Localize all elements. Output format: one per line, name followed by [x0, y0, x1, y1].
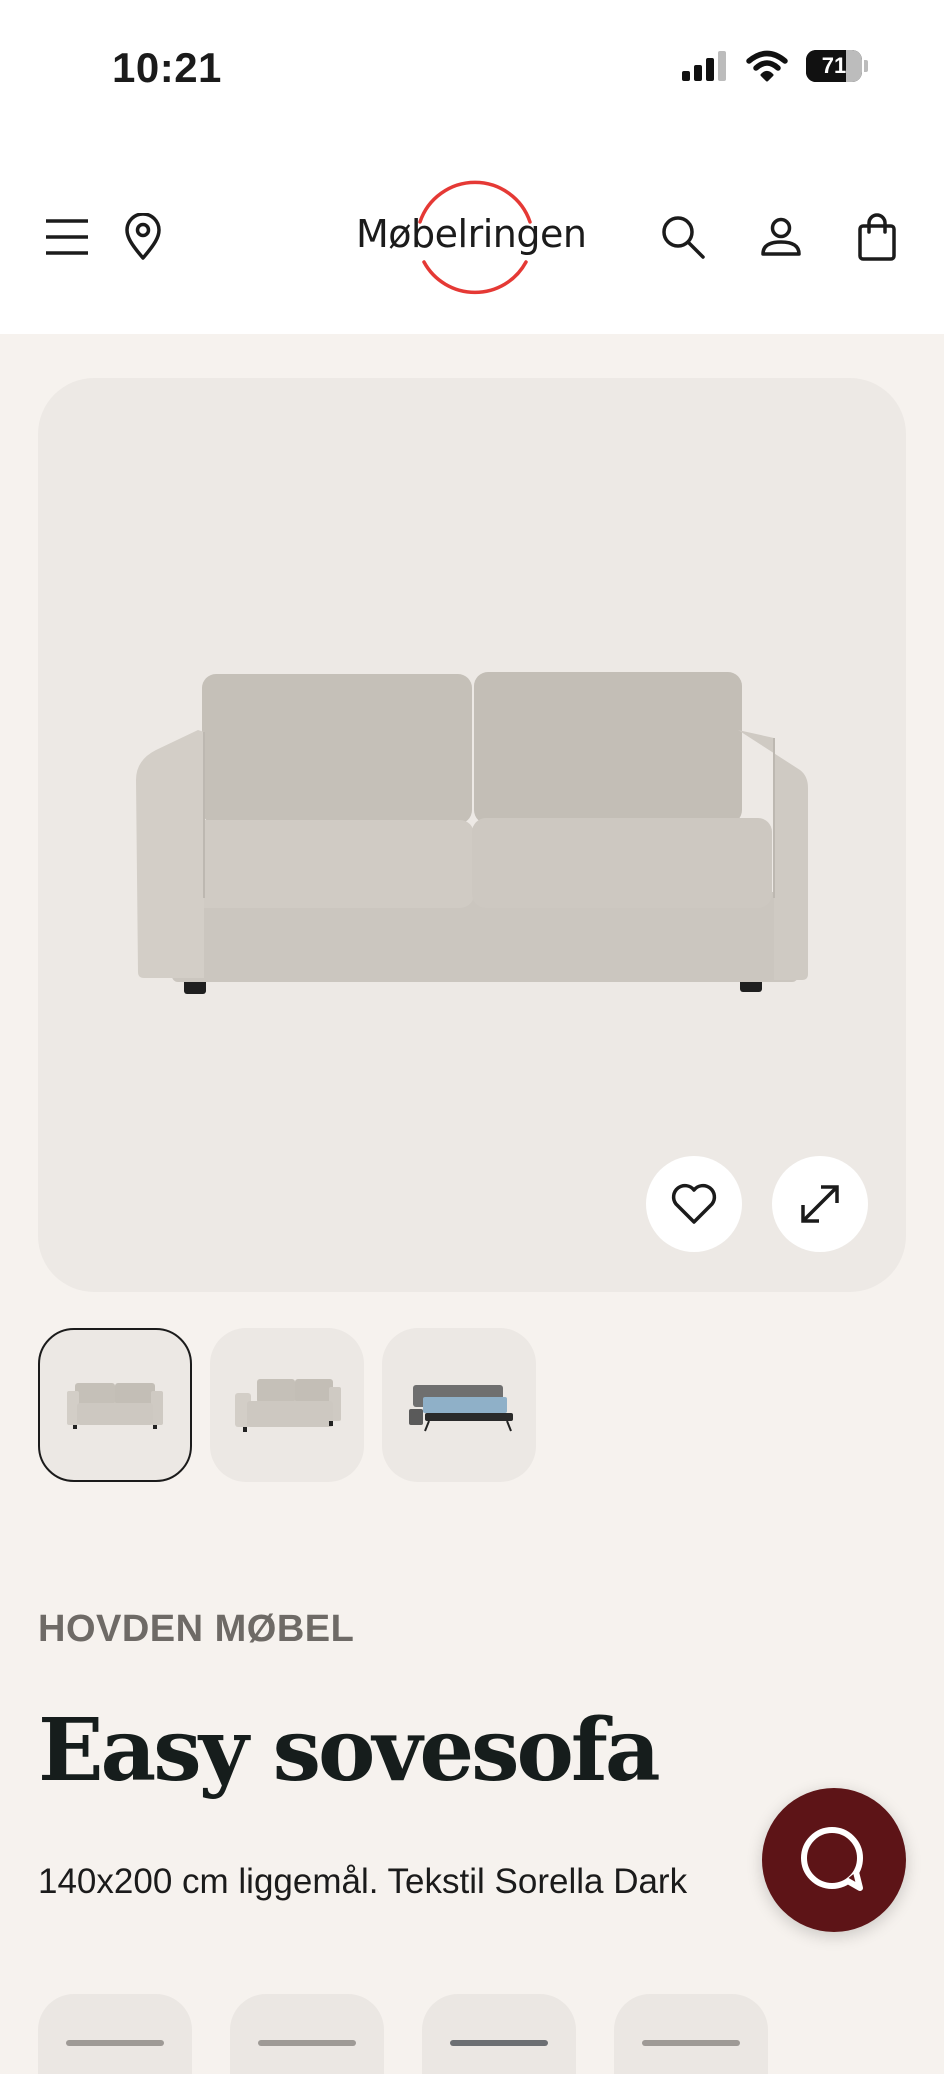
user-icon[interactable] [756, 212, 806, 262]
battery-tip [864, 60, 868, 72]
thumbnail-sofa-front[interactable] [38, 1328, 192, 1482]
thumbnail-strip [38, 1328, 536, 1482]
chat-button[interactable] [762, 1788, 906, 1932]
variant-swatches [38, 1994, 768, 2074]
battery-icon: 71 [806, 50, 862, 82]
heart-icon [671, 1183, 717, 1224]
menu-icon[interactable] [42, 212, 92, 262]
status-icons: 71 [682, 50, 868, 82]
shopping-bag-icon[interactable] [852, 212, 902, 262]
chat-bubble-icon [801, 1827, 863, 1891]
battery-level: 71 [821, 53, 847, 78]
status-bar: 10:21 71 [0, 0, 944, 140]
site-logo[interactable]: Møbelringen [350, 178, 600, 298]
wifi-icon [746, 50, 788, 82]
variant-swatch[interactable] [230, 1994, 384, 2074]
search-icon[interactable] [658, 212, 708, 262]
favorite-button[interactable] [646, 1156, 742, 1252]
site-header: Møbelringen [0, 140, 944, 334]
thumbnail-sofa-bed-open[interactable] [382, 1328, 536, 1482]
variant-swatch[interactable] [614, 1994, 768, 2074]
product-title: Easy sovesofa [38, 1700, 661, 1801]
status-time: 10:21 [112, 44, 222, 91]
location-pin-icon[interactable] [118, 212, 168, 262]
variant-swatch[interactable] [38, 1994, 192, 2074]
fullscreen-button[interactable] [772, 1156, 868, 1252]
thumbnail-sofa-angle[interactable] [210, 1328, 364, 1482]
logo-text: Møbelringen [356, 212, 587, 256]
sofa-image [136, 672, 808, 994]
variant-swatch[interactable] [422, 1994, 576, 2074]
product-brand[interactable]: HOVDEN MØBEL [38, 1608, 354, 1651]
expand-icon [801, 1185, 839, 1223]
signal-icon [682, 51, 726, 81]
product-gallery[interactable] [38, 378, 906, 1292]
product-description: 140x200 cm liggemål. Tekstil Sorella Dar… [38, 1862, 688, 1901]
